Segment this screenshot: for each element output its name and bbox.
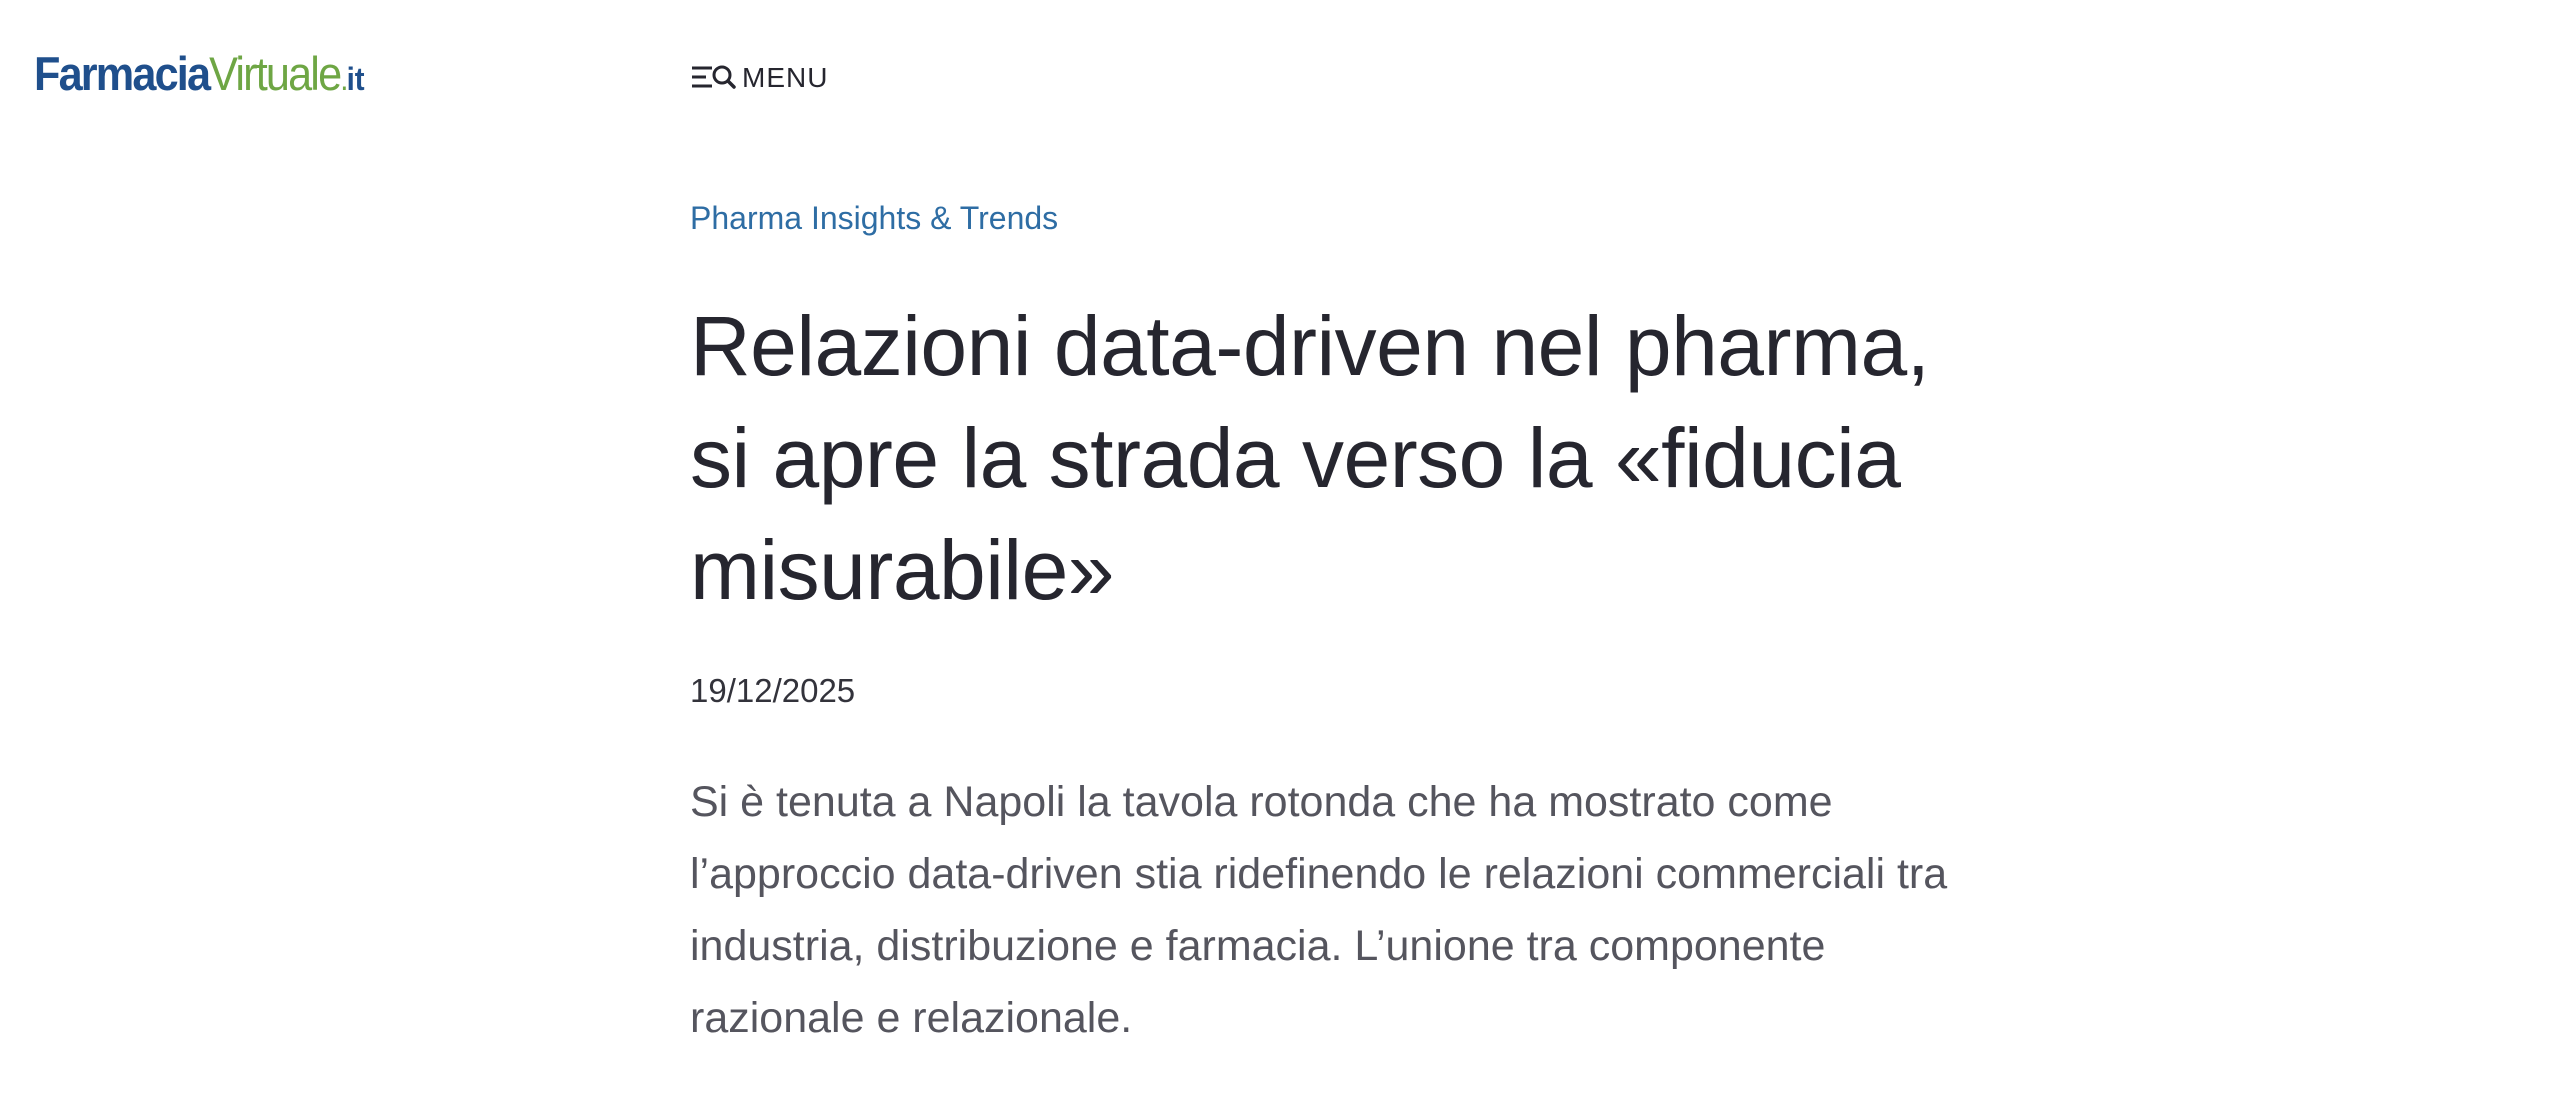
logo-part-virtuale: Virtuale (209, 47, 342, 100)
logo-part-farmacia: Farmacia (34, 47, 211, 100)
article-title: Relazioni data-driven nel pharma, si apr… (690, 299, 1930, 617)
article-category-link[interactable]: Pharma Insights & Trends (690, 200, 1058, 237)
site-logo[interactable]: Farmacia Virtuale. it (34, 46, 365, 106)
menu-search-icon (690, 62, 742, 94)
article-date: 19/12/2025 (690, 672, 856, 709)
menu-label: MENU (742, 62, 829, 93)
article-abstract: Si è tenuta a Napoli la tavola rotonda c… (690, 778, 1948, 1042)
logo-tld: it (346, 61, 365, 97)
menu-button[interactable]: MENU (690, 60, 828, 96)
